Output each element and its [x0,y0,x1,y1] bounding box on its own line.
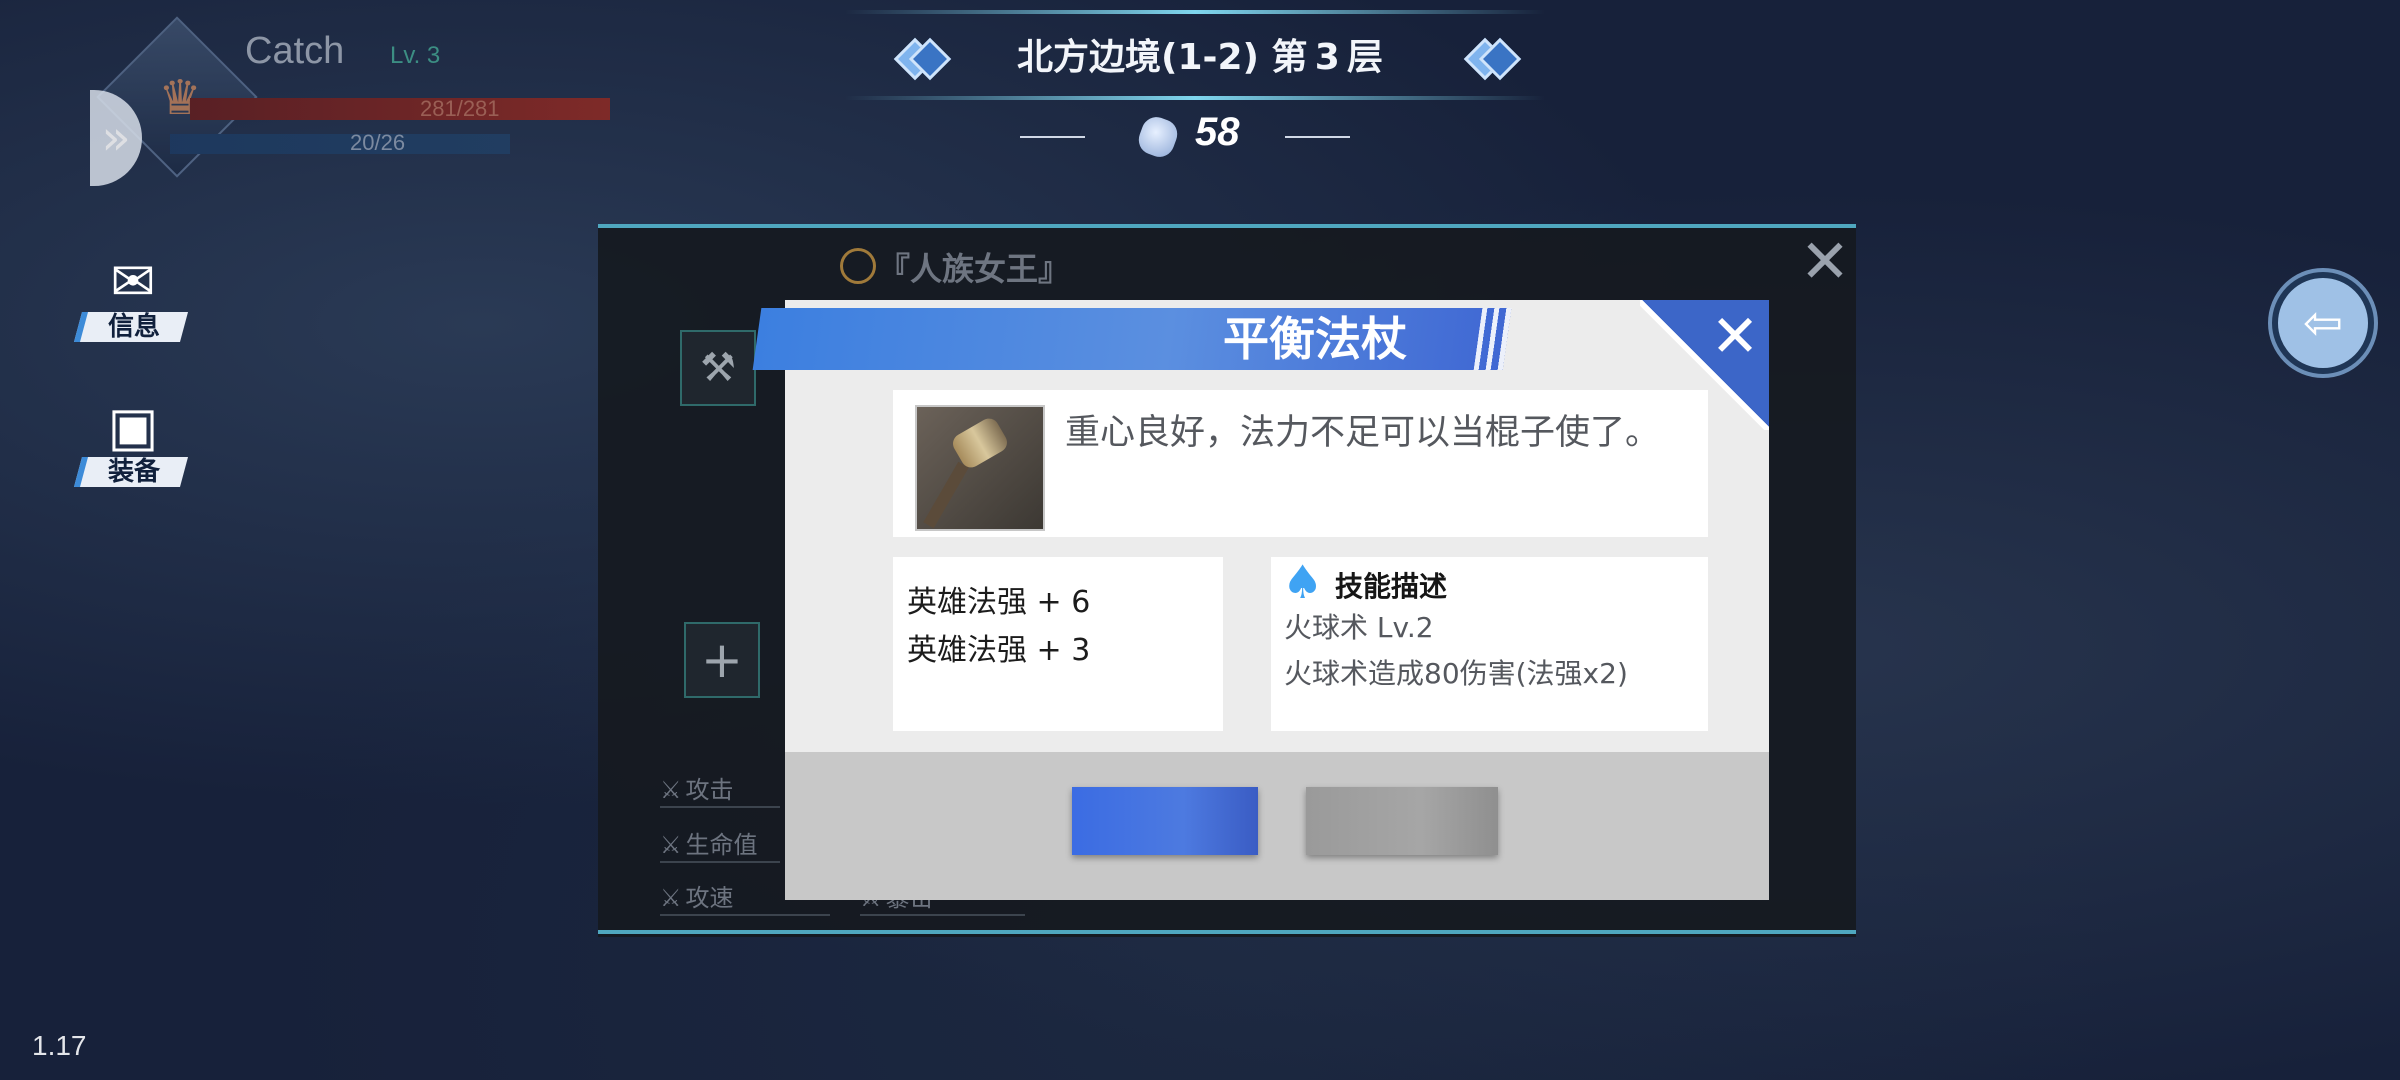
close-icon[interactable]: ✕ [1795,232,1855,292]
stat-row: ⚔ 生命值 [660,825,780,863]
currency-ornament-left [1020,136,1085,138]
title-divider-top [845,10,1545,14]
cancel-button[interactable] [1306,787,1498,855]
gem-icon [1134,112,1182,162]
exit-door-icon[interactable]: ⇦ [2272,272,2374,374]
crossed-swords-icon: ⚔ [660,884,682,912]
bonus-stat: 英雄法强 + 3 [907,633,1091,668]
stat-row: ⚔ 攻击 [660,770,780,808]
player-name: Catch [245,30,345,72]
stat-label: 攻速 [685,884,734,912]
version-label: 1.17 [32,1030,87,1061]
dialog-footer [785,752,1769,900]
stat-label: 生命值 [685,831,758,859]
bonus-stats-box: 英雄法强 + 6 英雄法强 + 3 [893,557,1223,731]
crossed-swords-icon: ⚔ [660,831,682,859]
close-icon[interactable]: ✕ [1705,306,1765,366]
mp-value: 20/26 [350,130,406,155]
hero-title: 『人族女王』 [878,250,1071,288]
mp-bar-fill [170,134,510,154]
currency-ornament-right [1285,136,1350,138]
equip-button[interactable]: ▣ 装备 [73,395,189,495]
hp-value: 281/281 [420,96,500,121]
panel-border-top [598,224,1856,228]
mail-icon: ✉ [110,250,156,313]
player-hud: ♛ Catch Lv. 3 281/281 20/26 » [90,16,610,186]
spade-icon: ♠ [1282,555,1324,609]
title-divider-bottom [845,96,1545,100]
crossed-swords-icon: ⚔ [660,776,682,804]
confirm-button[interactable] [1072,787,1258,855]
panel-border-bottom [598,930,1856,934]
skill-effect: 火球术造成80伤害(法强x2) [1284,657,1628,690]
skill-header: 技能描述 [1335,570,1448,603]
staff-icon: ⚒ [700,345,736,391]
info-button[interactable]: ✉ 信息 [73,250,189,350]
shield-badge-icon [840,248,876,284]
add-slot-button[interactable]: + [684,622,760,698]
item-description: 重心良好，法力不足可以当棍子使了。 [1065,413,1661,453]
stage-title: 北方边境(1-2) 第 3 层 [1017,37,1383,78]
dialog-title: 平衡法杖 [1223,312,1407,366]
plus-icon: + [701,631,743,689]
toolbox-icon: ▣ [107,395,159,458]
weapon-slot[interactable]: ⚒ [680,330,756,406]
hp-bar-fill [190,98,610,120]
equip-label: 装备 [107,457,160,487]
bonus-stat: 英雄法强 + 6 [907,585,1091,620]
currency-value: 58 [1195,110,1240,154]
player-level: Lv. 3 [390,42,441,69]
stat-label: 攻击 [685,776,734,804]
skill-name: 火球术 Lv.2 [1284,611,1434,644]
info-label: 信息 [107,312,160,342]
